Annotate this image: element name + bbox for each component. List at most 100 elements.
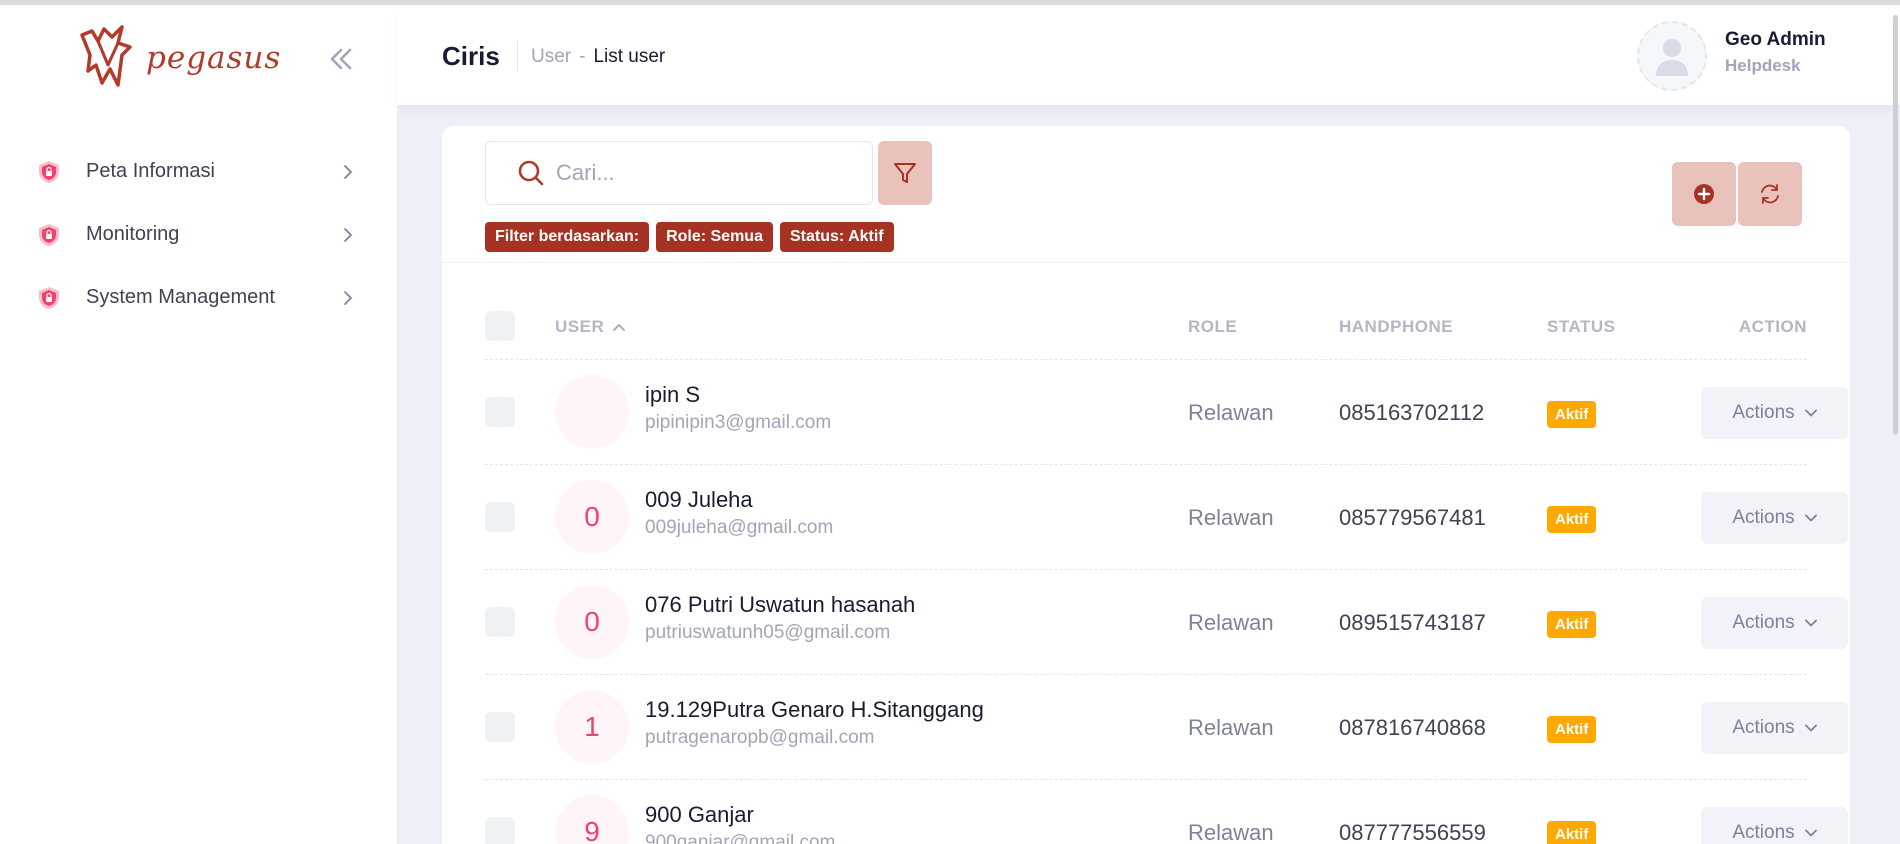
brand-logo[interactable]: pegasus: [78, 25, 281, 91]
user-placeholder-icon: [1656, 39, 1688, 76]
page-scrollbar[interactable]: [1893, 15, 1898, 435]
status-badge: Aktif: [1547, 401, 1597, 428]
role-cell: Relawan: [1188, 505, 1274, 530]
chevron-down-icon: [1804, 409, 1817, 417]
user-name[interactable]: Geo Admin: [1725, 29, 1826, 51]
actions-dropdown-button[interactable]: Actions: [1701, 807, 1848, 844]
breadcrumb: User - List user: [531, 46, 665, 68]
role-cell: Relawan: [1188, 400, 1274, 425]
avatar: 9: [555, 795, 629, 844]
chevron-down-icon: [1804, 724, 1817, 732]
search-input[interactable]: [556, 160, 856, 186]
plus-circle-icon: [1694, 184, 1714, 204]
sidebar-item-label: Peta Informasi: [86, 160, 215, 182]
filter-role-chip[interactable]: Role: Semua: [656, 222, 773, 252]
chevron-down-icon: [1804, 619, 1817, 627]
user-email-cell: putriuswatunh05@gmail.com: [645, 622, 891, 643]
role-cell: Relawan: [1188, 820, 1274, 844]
column-header-status[interactable]: STATUS: [1547, 317, 1615, 337]
active-filters: Filter berdasarkan: Role: Semua Status: …: [485, 222, 894, 252]
sidebar-item-peta-informasi[interactable]: Peta Informasi: [36, 140, 366, 203]
sidebar: pegasus Peta Informasi Monitoring System…: [0, 5, 397, 844]
table-row: 0 076 Putri Uswatun hasanah putriuswatun…: [485, 570, 1848, 675]
chevron-right-icon: [344, 290, 352, 305]
user-name-cell[interactable]: 009 Juleha: [645, 487, 753, 513]
breadcrumb-current: List user: [593, 46, 666, 67]
breadcrumb-parent[interactable]: User: [531, 46, 571, 68]
shield-icon: [39, 223, 59, 246]
chevron-right-icon: [344, 227, 352, 242]
actions-dropdown-button[interactable]: Actions: [1701, 492, 1848, 544]
sidebar-item-monitoring[interactable]: Monitoring: [36, 203, 366, 266]
actions-label: Actions: [1732, 402, 1795, 423]
sidebar-item-label: Monitoring: [86, 223, 180, 245]
brand-name: pegasus: [146, 40, 282, 76]
user-email-cell: pipinipin3@gmail.com: [645, 412, 832, 433]
filter-status-chip[interactable]: Status: Aktif: [779, 222, 894, 252]
avatar: 0: [555, 585, 629, 659]
user-email-cell: 900ganjar@gmail.com: [645, 832, 836, 844]
add-user-button[interactable]: [1672, 162, 1736, 226]
row-checkbox[interactable]: [485, 817, 515, 844]
refresh-icon: [1761, 184, 1779, 204]
actions-label: Actions: [1732, 717, 1795, 738]
sidebar-menu: Peta Informasi Monitoring System Managem…: [36, 140, 366, 329]
select-all-checkbox[interactable]: [485, 311, 515, 341]
column-header-action: ACTION: [1738, 317, 1807, 336]
row-checkbox[interactable]: [485, 502, 515, 532]
actions-label: Actions: [1732, 507, 1795, 528]
breadcrumb-separator: -: [579, 46, 586, 67]
shield-icon: [39, 286, 59, 309]
filter-button[interactable]: [878, 141, 932, 205]
status-badge: Aktif: [1547, 716, 1597, 743]
user-name-cell[interactable]: 076 Putri Uswatun hasanah: [645, 592, 915, 618]
user-avatar[interactable]: [1637, 21, 1707, 91]
status-badge: Aktif: [1547, 611, 1597, 638]
title-divider: [517, 41, 518, 71]
phone-cell: 087777556559: [1339, 820, 1486, 844]
table-header: USER ROLE HANDPHONE STATUS ACTION: [485, 311, 1807, 360]
row-checkbox[interactable]: [485, 397, 515, 427]
avatar: 0: [555, 480, 629, 554]
user-role: Helpdesk: [1725, 56, 1801, 75]
role-cell: Relawan: [1188, 610, 1274, 635]
chevron-down-icon: [1804, 514, 1817, 522]
row-checkbox[interactable]: [485, 607, 515, 637]
sort-ascending-icon: [613, 324, 626, 331]
status-badge: Aktif: [1547, 821, 1597, 844]
double-chevron-left-icon: [330, 48, 352, 70]
top-header: Ciris User - List user Geo Admin Helpdes…: [397, 5, 1900, 105]
actions-dropdown-button[interactable]: Actions: [1701, 387, 1848, 439]
column-user-label: USER: [555, 317, 605, 336]
role-cell: Relawan: [1188, 715, 1274, 740]
column-header-role[interactable]: ROLE: [1188, 317, 1237, 337]
phone-cell: 085163702112: [1339, 400, 1485, 425]
phone-cell: 085779567481: [1339, 505, 1486, 530]
table-row: 0 009 Juleha 009juleha@gmail.com Relawan…: [485, 465, 1848, 570]
row-checkbox[interactable]: [485, 712, 515, 742]
user-name-cell[interactable]: ipin S: [645, 382, 700, 408]
page-title: Ciris: [442, 41, 500, 71]
table-row: 1 19.129Putra Genaro H.Sitanggang putrag…: [485, 675, 1848, 780]
column-header-handphone[interactable]: HANDPHONE: [1339, 317, 1453, 337]
actions-dropdown-button[interactable]: Actions: [1701, 597, 1848, 649]
sidebar-item-label: System Management: [86, 286, 275, 308]
chevron-down-icon: [1804, 829, 1817, 837]
user-name-cell[interactable]: 900 Ganjar: [645, 802, 754, 828]
actions-dropdown-button[interactable]: Actions: [1701, 702, 1848, 754]
pegasus-logo-icon: [80, 25, 132, 87]
collapse-sidebar-button[interactable]: [326, 45, 356, 73]
user-list-card: Filter berdasarkan: Role: Semua Status: …: [442, 126, 1850, 844]
status-badge: Aktif: [1547, 506, 1597, 533]
user-name-cell[interactable]: 19.129Putra Genaro H.Sitanggang: [645, 697, 984, 723]
column-header-user[interactable]: USER: [555, 317, 626, 337]
table-row: ipin S pipinipin3@gmail.com Relawan 0851…: [485, 360, 1848, 465]
sidebar-item-system-management[interactable]: System Management: [36, 266, 366, 329]
user-email-cell: putragenaropb@gmail.com: [645, 727, 875, 748]
search-icon: [518, 160, 544, 186]
refresh-button[interactable]: [1738, 162, 1802, 226]
actions-label: Actions: [1732, 612, 1795, 633]
filter-label-chip: Filter berdasarkan:: [485, 222, 650, 252]
shield-icon: [39, 160, 59, 183]
avatar: 1: [555, 690, 629, 764]
